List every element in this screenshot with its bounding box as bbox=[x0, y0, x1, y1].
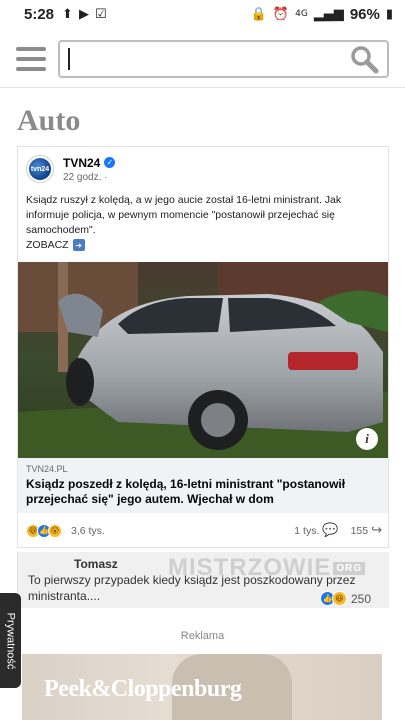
comment-reactions-count: 250 bbox=[350, 591, 371, 606]
link-title: Ksiądz poszedł z kolędą, 16-letni minist… bbox=[26, 477, 346, 506]
see-more-label: ZOBACZ bbox=[26, 239, 69, 251]
battery-level: 96% bbox=[349, 5, 380, 23]
facebook-post: tvn24 TVN24 ✓ 22 godz. · Ksiądz ruszył z… bbox=[17, 146, 389, 548]
network-type: 4G bbox=[295, 9, 308, 19]
status-bar: 5:28 ⬆ ▶ ☑ 🔒 ⏰ 4G ▂▄▆ 96% ▮ bbox=[0, 0, 405, 28]
wow-reaction-icon: 😮 bbox=[48, 523, 62, 538]
link-preview[interactable]: TVN24.PL Ksiądz poszedł z kolędą, 16-let… bbox=[18, 458, 388, 513]
shares-count: 155 bbox=[350, 524, 369, 537]
comment-icon: 💬 bbox=[322, 523, 339, 538]
youtube-icon: ▶ bbox=[78, 6, 89, 22]
notification-icons: ⬆ ▶ ☑ bbox=[62, 7, 107, 22]
top-search-bar bbox=[0, 30, 405, 88]
search-icon[interactable] bbox=[349, 44, 379, 74]
info-icon[interactable]: i bbox=[356, 428, 378, 450]
status-time: 5:28 bbox=[24, 5, 55, 23]
comments-stat[interactable]: 1 tys. 💬 bbox=[294, 523, 338, 538]
ad-brand-logo: Peek&Cloppenburg bbox=[44, 676, 242, 702]
tvn24-logo: tvn24 bbox=[29, 158, 51, 180]
download-check-icon: ☑ bbox=[94, 6, 107, 22]
upload-icon: ⬆ bbox=[62, 6, 73, 22]
ad-banner[interactable]: Peek&Cloppenburg bbox=[22, 654, 382, 720]
comment-card: MISTRZOWIE ORG Tomasz To pierwszy przypad… bbox=[17, 552, 389, 608]
verified-badge-icon: ✓ bbox=[104, 157, 116, 168]
page-name[interactable]: TVN24 ✓ bbox=[63, 155, 116, 170]
link-domain: TVN24.PL bbox=[26, 464, 68, 474]
post-stats: 😆 👍 😮 3,6 tys. 1 tys. 💬 155 ↪ bbox=[26, 523, 382, 538]
arrow-right-icon: ➜ bbox=[72, 239, 85, 251]
ad-label: Reklama bbox=[180, 630, 225, 642]
search-input[interactable] bbox=[74, 49, 349, 68]
comment-text: To pierwszy przypadek kiedy ksiądz jest … bbox=[28, 573, 356, 603]
page-name-label: TVN24 bbox=[63, 155, 101, 170]
alarm-icon: ⏰ bbox=[272, 6, 290, 22]
see-more-link[interactable]: ZOBACZ ➜ bbox=[26, 239, 85, 251]
reactions-count[interactable]: 3,6 tys. bbox=[71, 525, 105, 537]
page-avatar[interactable]: tvn24 bbox=[26, 155, 54, 183]
menu-icon[interactable] bbox=[16, 46, 46, 71]
comments-count: 1 tys. bbox=[294, 524, 320, 537]
battery-icon: ▮ bbox=[385, 6, 393, 22]
comment-author[interactable]: Tomasz bbox=[74, 557, 118, 571]
text-cursor bbox=[68, 47, 70, 70]
system-status: 🔒 ⏰ 4G ▂▄▆ 96% ▮ bbox=[251, 6, 393, 23]
search-box[interactable] bbox=[58, 39, 389, 78]
lock-icon: 🔒 bbox=[250, 6, 267, 22]
post-header: tvn24 TVN24 ✓ 22 godz. · bbox=[26, 155, 116, 183]
share-icon: ↪ bbox=[371, 523, 382, 538]
section-title: Auto bbox=[17, 104, 81, 137]
shares-stat[interactable]: 155 ↪ bbox=[351, 523, 382, 538]
post-photo[interactable]: i bbox=[18, 262, 388, 458]
post-timestamp: 22 godz. · bbox=[63, 171, 108, 183]
haha-reaction-icon: 😆 bbox=[331, 591, 347, 606]
comment-reactions[interactable]: 👍 😆 250 bbox=[319, 591, 371, 606]
crashed-car-image bbox=[18, 262, 388, 458]
post-body-text: Ksiądz ruszył z kolędą, a w jego aucie z… bbox=[26, 194, 342, 236]
signal-icon: ▂▄▆ bbox=[313, 6, 344, 22]
reaction-icons[interactable]: 😆 👍 😮 bbox=[26, 523, 62, 538]
